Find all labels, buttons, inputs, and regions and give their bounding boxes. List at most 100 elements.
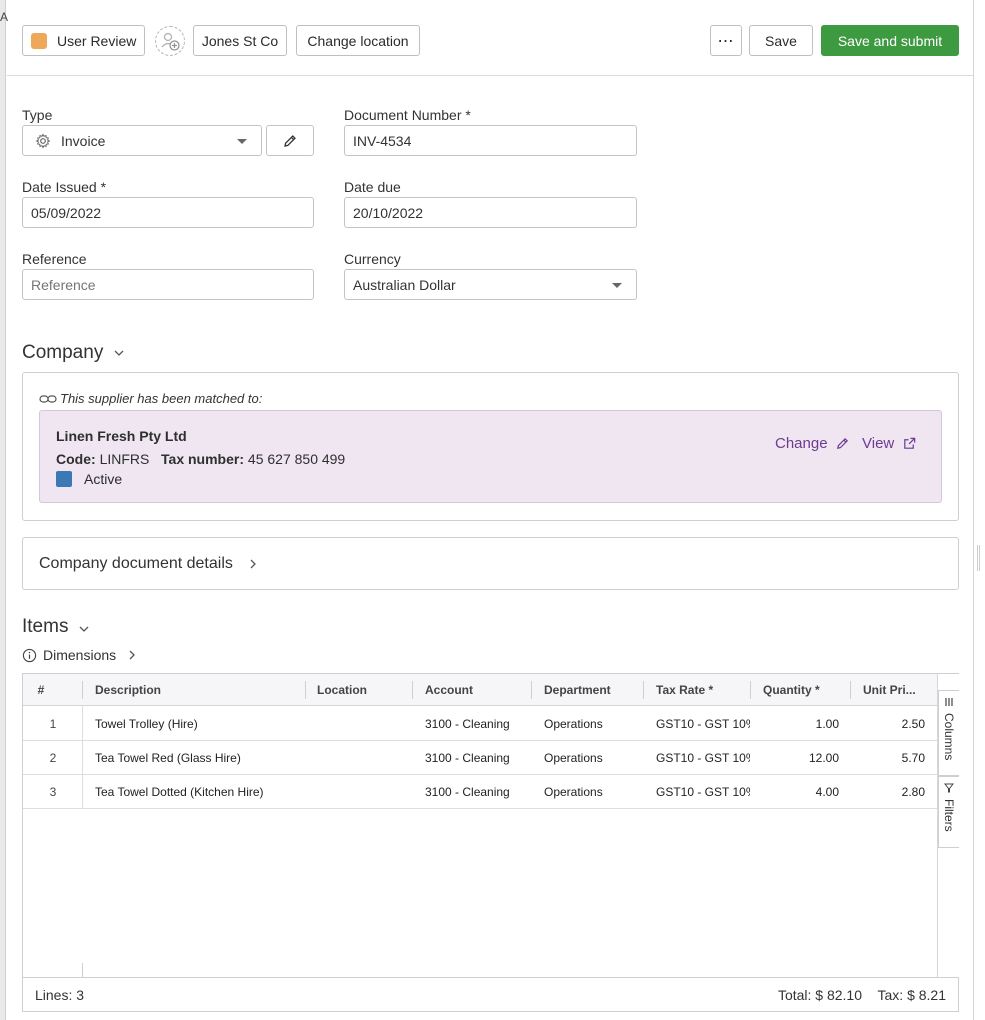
date-issued-input[interactable] xyxy=(22,197,314,228)
chevron-right-icon xyxy=(250,559,256,568)
company-document-details-title: Company document details xyxy=(39,554,233,572)
currency-value: Australian Dollar xyxy=(353,276,456,293)
row-tax-rate[interactable]: GST10 - GST 10% xyxy=(644,707,750,741)
location-button[interactable]: Jones St Co xyxy=(193,25,287,56)
column-header-location[interactable]: Location xyxy=(305,674,413,706)
column-header-quantity[interactable]: Quantity * xyxy=(751,674,851,706)
info-icon xyxy=(22,648,37,662)
column-header-tax-rate[interactable]: Tax Rate * xyxy=(644,674,750,706)
row-location[interactable] xyxy=(305,741,413,775)
chevron-down-icon xyxy=(79,626,89,632)
row-department[interactable]: Operations xyxy=(532,707,644,741)
row-description[interactable]: Tea Towel Red (Glass Hire) xyxy=(83,741,305,775)
pencil-icon xyxy=(284,134,296,147)
row-quantity[interactable]: 4.00 xyxy=(751,775,851,809)
company-section-toggle[interactable]: Company xyxy=(22,342,125,364)
supplier-status: Active xyxy=(56,471,122,487)
status-label: User Review xyxy=(57,32,137,49)
column-header-account[interactable]: Account xyxy=(413,674,531,706)
row-unit-price[interactable]: 5.70 xyxy=(851,741,937,775)
supplier-card: Linen Fresh Pty Ltd Code: LINFRS Tax num… xyxy=(39,410,942,503)
filter-icon xyxy=(944,783,954,793)
chevron-down-icon xyxy=(114,350,124,356)
row-tax-rate[interactable]: GST10 - GST 10% xyxy=(644,741,750,775)
right-frame-edge xyxy=(973,0,985,1020)
filters-tab-label: Filters xyxy=(942,799,956,832)
grid-side-panel: Columns Filters xyxy=(937,674,959,977)
grid-footer: Lines: 3 Total: $ 82.10 Tax: $ 8.21 xyxy=(23,977,958,1011)
date-issued-label: Date Issued * xyxy=(22,179,107,195)
add-user-icon xyxy=(161,32,180,51)
supplier-codes: Code: LINFRS Tax number: 45 627 850 499 xyxy=(56,451,345,467)
row-description[interactable]: Towel Trolley (Hire) xyxy=(83,707,305,741)
column-header-department[interactable]: Department xyxy=(532,674,644,706)
row-tax-rate[interactable]: GST10 - GST 10% xyxy=(644,775,750,809)
document-number-input[interactable] xyxy=(344,125,637,156)
filters-tool-tab[interactable]: Filters xyxy=(938,776,959,848)
column-header-unit-price[interactable]: Unit Pri... xyxy=(851,674,937,706)
row-unit-price[interactable]: 2.80 xyxy=(851,775,937,809)
view-supplier-link[interactable]: View xyxy=(862,435,917,452)
dimensions-toggle[interactable]: Dimensions xyxy=(22,647,138,663)
column-header-description[interactable]: Description xyxy=(83,674,304,706)
row-account[interactable]: 3100 - Cleaning xyxy=(413,775,532,809)
supplier-name: Linen Fresh Pty Ltd xyxy=(56,428,187,444)
columns-tab-label: Columns xyxy=(942,713,956,761)
table-row[interactable]: 2 Tea Towel Red (Glass Hire) 3100 - Clea… xyxy=(23,741,937,775)
reference-input[interactable] xyxy=(22,269,314,300)
row-description[interactable]: Tea Towel Dotted (Kitchen Hire) xyxy=(83,775,305,809)
row-index: 3 xyxy=(49,785,57,799)
type-select[interactable]: Invoice xyxy=(22,125,262,156)
change-label: Change xyxy=(775,435,828,452)
type-label: Type xyxy=(22,107,53,123)
row-account[interactable]: 3100 - Cleaning xyxy=(413,707,532,741)
tax-amount: Tax: $ 8.21 xyxy=(877,987,947,1003)
assign-user-button[interactable] xyxy=(155,26,185,56)
tax-number-label: Tax number: xyxy=(161,451,245,467)
gear-icon xyxy=(35,132,51,149)
items-section-title: Items xyxy=(22,616,69,637)
code-label: Code: xyxy=(56,451,96,467)
total-amount: Total: $ 82.10 xyxy=(777,987,862,1003)
table-row[interactable]: 1 Towel Trolley (Hire) 3100 - Cleaning O… xyxy=(23,707,937,741)
columns-tool-tab[interactable]: Columns xyxy=(938,690,959,776)
left-frame-edge xyxy=(0,0,6,1020)
top-toolbar: User Review Jones St Co Change location … xyxy=(7,0,973,76)
chevron-right-icon xyxy=(129,650,136,660)
status-color-swatch xyxy=(56,471,72,487)
save-and-submit-button[interactable]: Save and submit xyxy=(821,25,959,56)
save-button[interactable]: Save xyxy=(749,25,813,56)
column-header-index[interactable]: # xyxy=(23,674,59,706)
dimensions-label: Dimensions xyxy=(43,647,117,663)
company-panel: This supplier has been matched to: Linen… xyxy=(22,372,959,521)
pencil-icon xyxy=(836,437,848,449)
row-account[interactable]: 3100 - Cleaning xyxy=(413,741,532,775)
row-quantity[interactable]: 1.00 xyxy=(751,707,851,741)
status-button[interactable]: User Review xyxy=(22,25,145,56)
status-color-swatch xyxy=(31,32,47,49)
items-section-toggle[interactable]: Items xyxy=(22,616,90,638)
change-supplier-link[interactable]: Change xyxy=(775,435,850,452)
chevron-down-icon xyxy=(612,283,622,288)
link-icon xyxy=(39,394,57,403)
supplier-status-label: Active xyxy=(84,471,123,487)
row-location[interactable] xyxy=(305,775,413,809)
date-due-label: Date due xyxy=(344,179,401,195)
currency-select[interactable]: Australian Dollar xyxy=(344,269,637,300)
more-options-button[interactable]: ⋯ xyxy=(710,25,742,56)
row-index: 1 xyxy=(49,717,57,731)
tax-number-value: 45 627 850 499 xyxy=(247,451,346,467)
resize-grip[interactable] xyxy=(977,545,980,571)
company-document-details-toggle[interactable]: Company document details xyxy=(22,537,959,590)
row-department[interactable]: Operations xyxy=(532,775,644,809)
row-unit-price[interactable]: 2.50 xyxy=(851,707,937,741)
row-location[interactable] xyxy=(305,707,413,741)
row-quantity[interactable]: 12.00 xyxy=(751,741,851,775)
edit-type-button[interactable] xyxy=(266,125,314,156)
grid-header: # Description Location Account Departmen… xyxy=(23,674,937,706)
row-index: 2 xyxy=(49,751,57,765)
date-due-input[interactable] xyxy=(344,197,637,228)
table-row[interactable]: 3 Tea Towel Dotted (Kitchen Hire) 3100 -… xyxy=(23,775,937,809)
change-location-button[interactable]: Change location xyxy=(296,25,420,56)
row-department[interactable]: Operations xyxy=(532,741,644,775)
